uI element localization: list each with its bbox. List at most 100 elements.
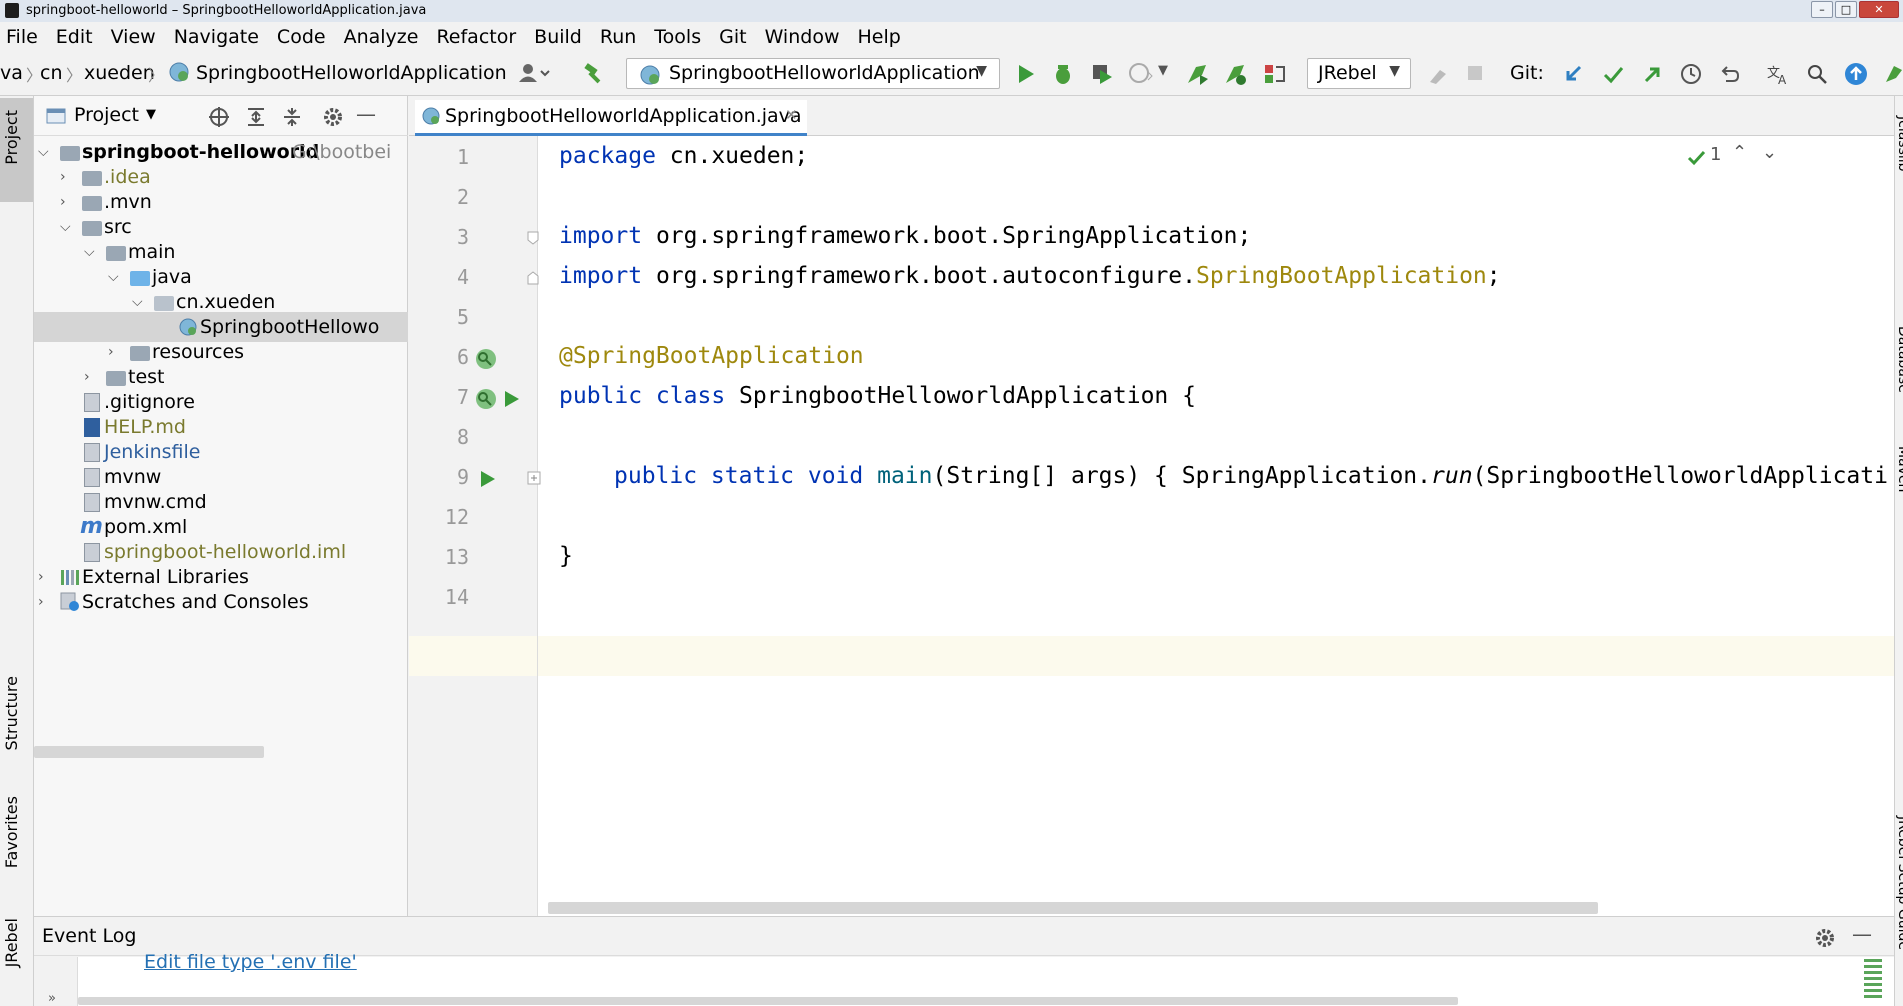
chevron-up-icon[interactable]: ⌃: [1732, 142, 1747, 163]
breadcrumb-item[interactable]: xueden: [84, 62, 155, 84]
jrebel-dropdown[interactable]: JRebel ▼: [1307, 58, 1411, 89]
spring-bean-gutter-icon[interactable]: [473, 387, 499, 411]
maximize-button[interactable]: □: [1835, 1, 1857, 18]
rollback-icon[interactable]: [1718, 63, 1740, 85]
code-line-9: public static void main(String[] args) {…: [614, 456, 1888, 496]
package-icon: [154, 296, 174, 311]
line-number: 8: [456, 425, 469, 449]
menu-file[interactable]: File: [6, 26, 38, 48]
inspection-ok-icon[interactable]: [1686, 148, 1708, 168]
current-line-highlight: [409, 636, 537, 676]
spring-class-icon: [422, 107, 440, 125]
spring-bean-gutter-icon[interactable]: [473, 347, 499, 371]
editor-horizontal-scrollbar[interactable]: [548, 902, 1598, 914]
breadcrumb-item[interactable]: cn: [40, 62, 63, 84]
menu-code[interactable]: Code: [277, 26, 326, 48]
left-tool-strip: Project Structure Favorites JRebel: [0, 96, 34, 1006]
tab-project[interactable]: Project: [2, 110, 21, 165]
folder-icon: [82, 196, 102, 211]
code-editor[interactable]: package cn.xueden; import org.springfram…: [538, 136, 1894, 916]
menu-run[interactable]: Run: [600, 26, 636, 48]
library-icon: [61, 570, 79, 585]
tab-jrebel[interactable]: JRebel: [2, 918, 21, 967]
breadcrumb-item[interactable]: va: [0, 62, 23, 84]
user-account-icon[interactable]: [518, 62, 550, 84]
collapse-all-icon[interactable]: [282, 106, 302, 128]
jrebel-sync-icon[interactable]: [1262, 61, 1288, 87]
run-gutter-icon[interactable]: [503, 389, 521, 409]
git-label: Git:: [1510, 62, 1544, 84]
menu-tools[interactable]: Tools: [654, 26, 701, 48]
hide-panel-button[interactable]: —: [1852, 922, 1872, 946]
expand-all-icon[interactable]: [246, 106, 266, 128]
gear-icon[interactable]: [1814, 927, 1836, 949]
keyword: import: [559, 223, 643, 249]
code-text: (SpringbootHelloworldApplicati: [1472, 463, 1888, 489]
history-icon[interactable]: [1680, 63, 1702, 85]
stop-icon[interactable]: [1466, 64, 1484, 82]
code-line-7: public class SpringbootHelloworldApplica…: [559, 376, 1196, 416]
project-view-icon: [46, 108, 66, 124]
profile-icon[interactable]: [1128, 62, 1154, 86]
menu-refactor[interactable]: Refactor: [436, 26, 516, 48]
menu-help[interactable]: Help: [857, 26, 900, 48]
jrebel-status-icon[interactable]: [1884, 62, 1903, 86]
menu-analyze[interactable]: Analyze: [344, 26, 419, 48]
close-tab-icon[interactable]: ✕: [785, 99, 798, 131]
build-hammer-icon[interactable]: [582, 61, 606, 85]
code-text: SpringbootHelloworldApplication {: [725, 383, 1196, 409]
hide-panel-button[interactable]: —: [356, 102, 376, 126]
chevron-down-icon[interactable]: ▼: [146, 107, 156, 122]
breadcrumb-item[interactable]: SpringbootHelloworldApplication: [196, 62, 507, 84]
chevron-down-icon[interactable]: ⌄: [1762, 142, 1777, 163]
search-icon[interactable]: [1806, 63, 1828, 85]
hammer-disabled-icon[interactable]: [1426, 62, 1452, 86]
menu-build[interactable]: Build: [534, 26, 582, 48]
git-update-icon[interactable]: [1562, 63, 1584, 85]
menu-edit[interactable]: Edit: [56, 26, 93, 48]
keyword: public class: [559, 383, 726, 409]
right-tool-strip: Jclasslib Database Maven JRebel Setup Gu…: [1894, 96, 1903, 1006]
jrebel-debug-icon[interactable]: [1222, 61, 1248, 87]
debug-icon[interactable]: [1052, 62, 1074, 86]
minimize-button[interactable]: –: [1811, 1, 1833, 18]
code-text: cn.xueden;: [655, 143, 809, 169]
locate-file-icon[interactable]: [208, 106, 230, 128]
folder-icon: [82, 171, 102, 186]
git-commit-icon[interactable]: [1602, 63, 1624, 85]
tab-structure[interactable]: Structure: [2, 676, 21, 750]
chevron-down-icon[interactable]: ▼: [1158, 63, 1168, 78]
close-button[interactable]: ✕: [1859, 1, 1899, 18]
tab-database[interactable]: Database: [1895, 326, 1903, 393]
jrebel-run-icon[interactable]: [1184, 61, 1210, 87]
project-horizontal-scrollbar[interactable]: [34, 746, 264, 758]
chevron-right-icon[interactable]: ›: [38, 587, 44, 617]
tab-jclasslib[interactable]: Jclasslib: [1895, 116, 1903, 172]
event-log-scrollbar[interactable]: [78, 997, 1458, 1005]
run-configuration-dropdown[interactable]: SpringbootHelloworldApplication ▼: [626, 58, 1000, 89]
project-view-label[interactable]: Project: [74, 104, 139, 126]
event-log-header: Event Log —: [34, 916, 1894, 956]
menu-git[interactable]: Git: [719, 26, 746, 48]
tab-main-class-java[interactable]: SpringbootHelloworldApplication.java ✕: [415, 100, 807, 136]
run-with-coverage-icon[interactable]: [1090, 62, 1114, 86]
git-push-icon[interactable]: [1642, 63, 1664, 85]
menu-window[interactable]: Window: [765, 26, 840, 48]
event-log-title[interactable]: Event Log: [42, 925, 136, 947]
tab-favorites[interactable]: Favorites: [2, 796, 21, 868]
update-arrow-icon[interactable]: [1844, 62, 1868, 86]
menu-view[interactable]: View: [111, 26, 156, 48]
run-icon[interactable]: [1016, 63, 1036, 85]
expand-more-icon[interactable]: »: [48, 991, 56, 1006]
translate-icon[interactable]: 文A: [1766, 63, 1790, 85]
edit-file-type-link[interactable]: Edit file type '.env file': [144, 951, 357, 973]
gear-icon[interactable]: [322, 106, 344, 128]
line-number: 5: [456, 305, 469, 329]
run-gutter-icon[interactable]: [479, 469, 497, 489]
menu-navigate[interactable]: Navigate: [174, 26, 259, 48]
tab-jrebel-setup-guide[interactable]: JRebel Setup Guide: [1895, 816, 1903, 950]
tree-item-scratches[interactable]: › Scratches and Consoles: [34, 587, 408, 617]
project-tool-window: Project ▼ — ⌵ springboot-helloworld G:\b…: [34, 96, 408, 916]
tab-maven[interactable]: Maven: [1895, 446, 1903, 492]
jrebel-label: JRebel: [1318, 62, 1377, 84]
